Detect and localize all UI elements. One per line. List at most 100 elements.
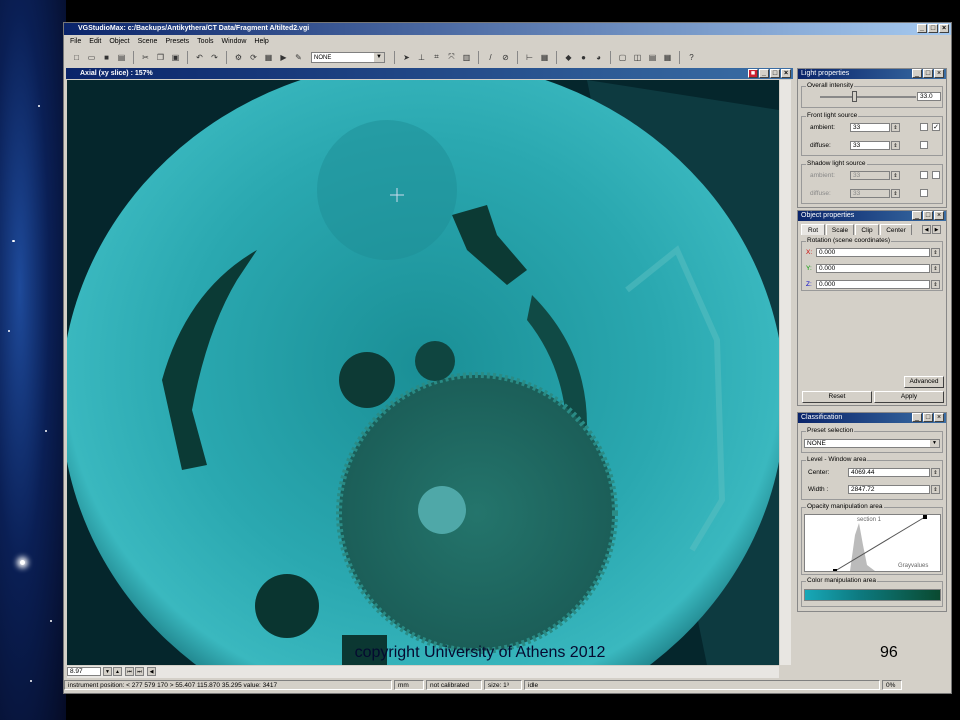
- reset-button[interactable]: Reset: [802, 391, 872, 403]
- paste-icon[interactable]: ▣: [169, 51, 182, 64]
- pencil-icon[interactable]: /: [484, 51, 497, 64]
- rotation-x-field[interactable]: 0.000: [816, 248, 930, 257]
- vertical-scrollbar[interactable]: [780, 80, 791, 665]
- maximize-button[interactable]: □: [928, 24, 938, 33]
- next-slice-button[interactable]: ⏭: [135, 667, 144, 676]
- advanced-button[interactable]: Advanced: [904, 376, 944, 388]
- light-panel-maximize[interactable]: □: [923, 69, 933, 78]
- diffuse-field[interactable]: 33: [850, 141, 890, 150]
- view-close-button[interactable]: ×: [781, 69, 791, 78]
- rotation-z-field[interactable]: 0.000: [816, 280, 930, 289]
- rotation-y-spinner[interactable]: ⇕: [931, 264, 940, 273]
- shadow-light-enable-checkbox[interactable]: [932, 171, 940, 179]
- shadow-diffuse-spinner[interactable]: ⇕: [891, 189, 900, 198]
- menu-object[interactable]: Object: [109, 36, 129, 47]
- ruler-icon[interactable]: ▥: [460, 51, 473, 64]
- preset-dropdown[interactable]: NONE ▼: [311, 51, 385, 63]
- intensity-slider[interactable]: [820, 96, 916, 98]
- menu-help[interactable]: Help: [254, 36, 268, 47]
- help-icon[interactable]: ?: [685, 51, 698, 64]
- color-gradient-bar[interactable]: [804, 589, 941, 601]
- cut-icon[interactable]: ✂: [139, 51, 152, 64]
- view-minimize-button[interactable]: _: [759, 69, 769, 78]
- front-light-enable-checkbox[interactable]: ✓: [932, 123, 940, 131]
- horizontal-scrollbar[interactable]: 8.97 ▼ ▲ ⏮ ⏭ ◀: [67, 666, 779, 678]
- shadow-ambient-spinner[interactable]: ⇕: [891, 171, 900, 180]
- first-slice-button[interactable]: ⏮: [125, 667, 134, 676]
- scroll-left-button[interactable]: ◀: [147, 667, 156, 676]
- menu-scene[interactable]: Scene: [138, 36, 158, 47]
- menu-edit[interactable]: Edit: [89, 36, 101, 47]
- sphere-icon[interactable]: ●: [577, 51, 590, 64]
- layout-split-icon[interactable]: ◫: [631, 51, 644, 64]
- center-spinner[interactable]: ⇕: [931, 468, 940, 477]
- rotation-z-spinner[interactable]: ⇕: [931, 280, 940, 289]
- tab-scale[interactable]: Scale: [826, 224, 854, 235]
- zoom-down-button[interactable]: ▼: [103, 667, 112, 676]
- tab-center[interactable]: Center: [880, 224, 912, 235]
- classification-preset-dropdown[interactable]: NONE ▼: [804, 439, 940, 448]
- apply-button[interactable]: Apply: [874, 391, 944, 403]
- tab-clip[interactable]: Clip: [855, 224, 879, 235]
- tab-scroll-right-icon[interactable]: ▶: [932, 225, 941, 234]
- shadow-ambient-field[interactable]: 33: [850, 171, 890, 180]
- view-maximize-button[interactable]: □: [770, 69, 780, 78]
- menu-tools[interactable]: Tools: [197, 36, 213, 47]
- rotate-icon[interactable]: ⟳: [247, 51, 260, 64]
- measure-icon[interactable]: ⊥: [415, 51, 428, 64]
- object-panel-maximize[interactable]: □: [923, 211, 933, 220]
- copy-icon[interactable]: ❐: [154, 51, 167, 64]
- shadow-diffuse-field[interactable]: 33: [850, 189, 890, 198]
- eraser-icon[interactable]: ✎: [292, 51, 305, 64]
- classification-panel-minimize[interactable]: _: [912, 413, 922, 422]
- eyedropper-icon[interactable]: ⊘: [499, 51, 512, 64]
- diffuse-color-checkbox[interactable]: [920, 141, 928, 149]
- light-panel-close[interactable]: ×: [934, 69, 944, 78]
- menu-window[interactable]: Window: [222, 36, 247, 47]
- tab-scroll-left-icon[interactable]: ◀: [922, 225, 931, 234]
- menu-presets[interactable]: Presets: [165, 36, 189, 47]
- axis-icon[interactable]: ⊢: [523, 51, 536, 64]
- width-spinner[interactable]: ⇕: [931, 485, 940, 494]
- save-icon[interactable]: ■: [100, 51, 113, 64]
- object-panel-minimize[interactable]: _: [912, 211, 922, 220]
- layout-three-icon[interactable]: ▤: [646, 51, 659, 64]
- rotation-y-field[interactable]: 0.000: [816, 264, 930, 273]
- grid-icon[interactable]: ▦: [538, 51, 551, 64]
- print-icon[interactable]: ▤: [115, 51, 128, 64]
- tab-rot[interactable]: Rot: [801, 224, 825, 235]
- pointer-icon[interactable]: ➤: [400, 51, 413, 64]
- light-icon[interactable]: ◆: [562, 51, 575, 64]
- open-folder-icon[interactable]: ▭: [85, 51, 98, 64]
- ct-slice-canvas[interactable]: [67, 80, 779, 665]
- ambient-field[interactable]: 33: [850, 123, 890, 132]
- sphere-shaded-icon[interactable]: ◕: [592, 51, 605, 64]
- center-field[interactable]: 4069.44: [848, 468, 930, 477]
- classification-panel-close[interactable]: ×: [934, 413, 944, 422]
- view-restore-button[interactable]: ■: [748, 69, 758, 78]
- diffuse-spinner[interactable]: ⇕: [891, 141, 900, 150]
- shadow-diffuse-color-checkbox[interactable]: [920, 189, 928, 197]
- movie-icon[interactable]: ▶: [277, 51, 290, 64]
- opacity-histogram[interactable]: section 1 Grayvalues: [804, 514, 941, 573]
- classification-panel-maximize[interactable]: □: [923, 413, 933, 422]
- minimize-button[interactable]: _: [917, 24, 927, 33]
- menu-file[interactable]: File: [70, 36, 81, 47]
- intensity-slider-thumb[interactable]: [852, 91, 857, 102]
- layout-single-icon[interactable]: ▢: [616, 51, 629, 64]
- ambient-spinner[interactable]: ⇕: [891, 123, 900, 132]
- new-file-icon[interactable]: □: [70, 51, 83, 64]
- intensity-value-field[interactable]: 33.0: [917, 92, 941, 101]
- width-field[interactable]: 2847.72: [848, 485, 930, 494]
- zoom-up-button[interactable]: ▲: [113, 667, 122, 676]
- redo-icon[interactable]: ↷: [208, 51, 221, 64]
- render-icon[interactable]: ⚙: [232, 51, 245, 64]
- zoom-field[interactable]: 8.97: [67, 667, 101, 676]
- rotation-x-spinner[interactable]: ⇕: [931, 248, 940, 257]
- light-panel-minimize[interactable]: _: [912, 69, 922, 78]
- select-region-icon[interactable]: ⌗: [430, 51, 443, 64]
- ambient-color-checkbox[interactable]: [920, 123, 928, 131]
- object-panel-close[interactable]: ×: [934, 211, 944, 220]
- snapshot-icon[interactable]: ▦: [262, 51, 275, 64]
- layout-four-icon[interactable]: ▦: [661, 51, 674, 64]
